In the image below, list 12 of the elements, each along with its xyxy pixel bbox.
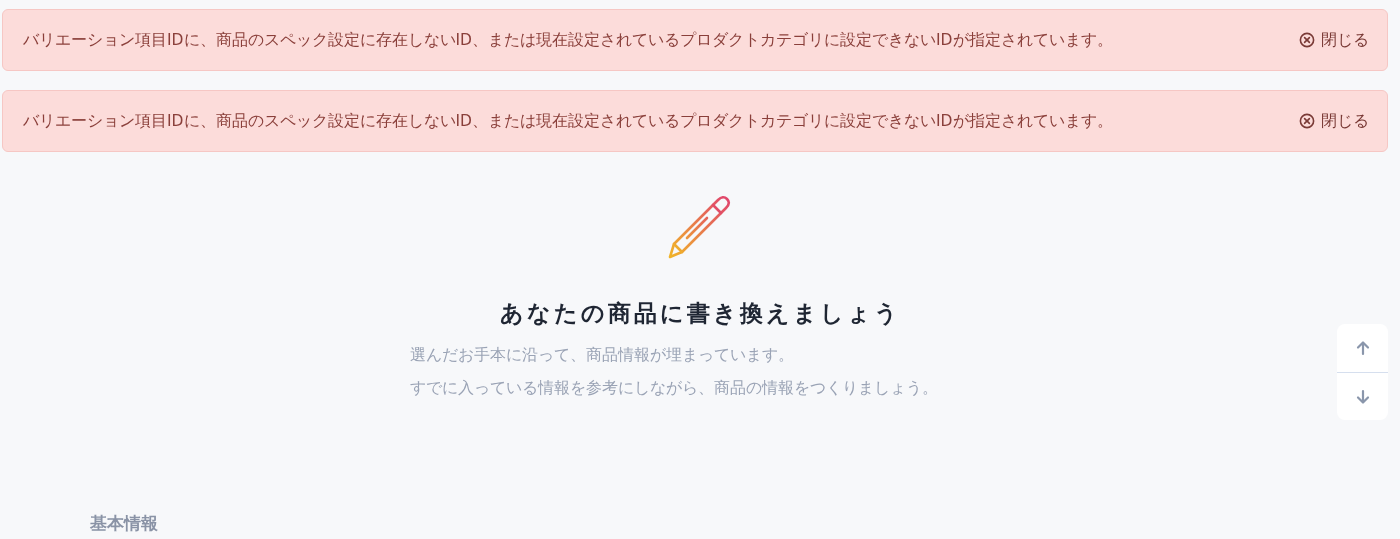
up-arrow-icon — [1354, 340, 1371, 356]
intro-title: あなたの商品に書き換えましょう — [499, 299, 901, 328]
alert-message: バリエーション項目IDに、商品のスペック設定に存在しないID、または現在設定されているプロダクトカテゴリに設定できないIDが指定されています。 — [23, 29, 1113, 51]
intro-text: すでに入っている情報を参考にしながら、商品の情報をつくりましょう。 — [410, 378, 939, 399]
close-button[interactable]: 閉じる — [1299, 29, 1369, 51]
alert-message: バリエーション項目IDに、商品のスペック設定に存在しないID、または現在設定されているプロダクトカテゴリに設定できないIDが指定されています。 — [23, 110, 1113, 132]
close-button[interactable]: 閉じる — [1299, 110, 1369, 132]
down-arrow-icon — [1354, 388, 1371, 405]
intro-text: 選んだお手本に沿って、商品情報が埋まっています。 — [410, 345, 795, 366]
close-icon — [1299, 32, 1315, 48]
close-icon — [1299, 113, 1315, 129]
section-title: 基本情報 — [90, 513, 158, 533]
